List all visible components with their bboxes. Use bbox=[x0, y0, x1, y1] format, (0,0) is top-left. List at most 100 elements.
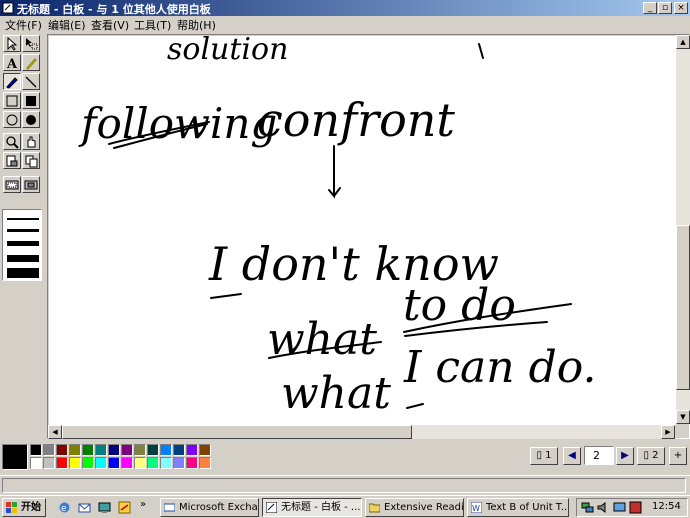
select-area-icon[interactable] bbox=[3, 176, 21, 193]
svg-text:e: e bbox=[61, 504, 67, 514]
color-swatch[interactable] bbox=[121, 444, 133, 456]
show-desktop-icon[interactable] bbox=[98, 501, 111, 514]
highlighter-icon[interactable] bbox=[22, 54, 40, 71]
line-width-option[interactable] bbox=[7, 241, 39, 246]
remote-pointer-icon[interactable] bbox=[22, 133, 40, 150]
handwriting-following: following bbox=[78, 99, 277, 148]
taskbar-item-text-b[interactable]: W Text B of Unit T... bbox=[467, 498, 569, 517]
page-icon: ▯ bbox=[643, 450, 649, 461]
select-arrow-icon[interactable] bbox=[3, 35, 21, 52]
menu-tools[interactable]: 工具(T) bbox=[134, 17, 171, 33]
color-swatch[interactable] bbox=[108, 444, 120, 456]
menu-view[interactable]: 查看(V) bbox=[91, 17, 129, 33]
select-window-icon[interactable] bbox=[22, 152, 40, 169]
scroll-right-icon[interactable]: ▶ bbox=[661, 425, 675, 439]
start-button[interactable]: 开始 bbox=[2, 498, 46, 517]
color-swatch[interactable] bbox=[160, 444, 172, 456]
color-swatch[interactable] bbox=[173, 457, 185, 469]
first-page-button[interactable]: ▯ 1 bbox=[530, 447, 558, 465]
pen-icon[interactable] bbox=[3, 73, 21, 90]
zoom-icon[interactable] bbox=[3, 133, 21, 150]
insert-page-button[interactable]: + bbox=[669, 447, 687, 465]
taskbar-item-whiteboard[interactable]: 无标题 - 白板 - ... bbox=[262, 498, 362, 517]
scroll-down-icon[interactable]: ▼ bbox=[676, 410, 690, 424]
color-swatch[interactable] bbox=[30, 457, 42, 469]
color-swatch[interactable] bbox=[69, 444, 81, 456]
color-swatch[interactable] bbox=[95, 457, 107, 469]
scroll-up-icon[interactable]: ▲ bbox=[676, 35, 690, 49]
next-page-button[interactable]: ▶ bbox=[616, 447, 634, 465]
color-swatch[interactable] bbox=[199, 457, 211, 469]
color-swatch[interactable] bbox=[43, 444, 55, 456]
color-swatch[interactable] bbox=[160, 457, 172, 469]
filled-rectangle-icon[interactable] bbox=[22, 92, 40, 109]
lock-contents-icon[interactable] bbox=[22, 176, 40, 193]
svg-text:W: W bbox=[472, 504, 480, 513]
last-page-button[interactable]: ▯ 2 bbox=[637, 447, 665, 465]
vertical-scrollbar[interactable]: ▲ ▼ bbox=[676, 35, 690, 424]
color-swatch[interactable] bbox=[43, 457, 55, 469]
color-swatch[interactable] bbox=[173, 444, 185, 456]
minimize-button[interactable]: _ bbox=[643, 2, 657, 14]
page-number-field[interactable]: 2 bbox=[584, 446, 614, 465]
taskbar-item-exchange[interactable]: Microsoft Excha... bbox=[160, 498, 259, 517]
eraser-icon[interactable] bbox=[3, 152, 21, 169]
word-document-icon: W bbox=[471, 502, 482, 513]
color-swatch[interactable] bbox=[82, 457, 94, 469]
zoom-select-icon[interactable] bbox=[22, 35, 40, 52]
handwriting-what-1: what bbox=[267, 314, 377, 365]
color-palette bbox=[0, 443, 520, 471]
menu-file[interactable]: 文件(F) bbox=[5, 17, 42, 33]
line-tool-icon[interactable] bbox=[22, 73, 40, 90]
filled-ellipse-icon[interactable] bbox=[22, 111, 40, 128]
handwriting-confront: confront bbox=[257, 93, 455, 147]
network-icon[interactable] bbox=[581, 501, 594, 514]
tray-app-icon[interactable] bbox=[613, 501, 626, 514]
horizontal-scrollbar[interactable]: ◀ ▶ bbox=[48, 425, 675, 439]
color-swatch[interactable] bbox=[121, 457, 133, 469]
color-swatch[interactable] bbox=[199, 444, 211, 456]
color-swatch[interactable] bbox=[82, 444, 94, 456]
close-button[interactable]: × bbox=[674, 2, 688, 14]
color-swatch[interactable] bbox=[134, 444, 146, 456]
color-swatch[interactable] bbox=[56, 444, 68, 456]
outlook-express-icon[interactable] bbox=[78, 501, 91, 514]
taskbar-item-extensive-reading[interactable]: Extensive Reading bbox=[365, 498, 464, 517]
ime-icon[interactable] bbox=[629, 501, 642, 514]
color-swatch[interactable] bbox=[186, 457, 198, 469]
restore-button[interactable]: ▫ bbox=[658, 2, 672, 14]
color-swatch[interactable] bbox=[69, 457, 81, 469]
color-swatch[interactable] bbox=[95, 444, 107, 456]
color-swatch[interactable] bbox=[134, 457, 146, 469]
volume-icon[interactable] bbox=[597, 501, 610, 514]
line-width-option[interactable] bbox=[7, 229, 39, 232]
color-swatch[interactable] bbox=[56, 457, 68, 469]
scroll-left-icon[interactable]: ◀ bbox=[48, 425, 62, 439]
horizontal-scroll-thumb[interactable] bbox=[62, 425, 412, 439]
system-tray: 12:54 bbox=[576, 498, 688, 517]
internet-explorer-icon[interactable]: e bbox=[58, 501, 71, 514]
handwriting-i-can-do: I can do. bbox=[403, 342, 596, 393]
menu-edit[interactable]: 编辑(E) bbox=[48, 17, 86, 33]
previous-page-button[interactable]: ◀ bbox=[563, 447, 581, 465]
line-width-selector[interactable] bbox=[2, 209, 42, 281]
color-swatch[interactable] bbox=[186, 444, 198, 456]
text-tool-icon[interactable]: A bbox=[3, 54, 21, 71]
color-swatch[interactable] bbox=[147, 457, 159, 469]
line-width-option[interactable] bbox=[7, 268, 39, 278]
quick-launch-overflow[interactable]: » bbox=[140, 499, 146, 510]
color-swatch[interactable] bbox=[147, 444, 159, 456]
vertical-scroll-thumb[interactable] bbox=[676, 225, 690, 390]
color-swatch[interactable] bbox=[30, 444, 42, 456]
menu-help[interactable]: 帮助(H) bbox=[177, 17, 216, 33]
triangle-left-icon: ◀ bbox=[568, 450, 576, 461]
quick-launch-app-icon[interactable] bbox=[118, 501, 131, 514]
whiteboard-canvas[interactable]: solution following confront I don't know… bbox=[49, 36, 676, 425]
clock[interactable]: 12:54 bbox=[652, 501, 681, 512]
color-swatch[interactable] bbox=[108, 457, 120, 469]
line-width-option[interactable] bbox=[7, 218, 39, 220]
line-width-option[interactable] bbox=[7, 255, 39, 262]
unfilled-rectangle-icon[interactable] bbox=[3, 92, 21, 109]
unfilled-ellipse-icon[interactable] bbox=[3, 111, 21, 128]
add-page-icon: + bbox=[673, 450, 683, 461]
